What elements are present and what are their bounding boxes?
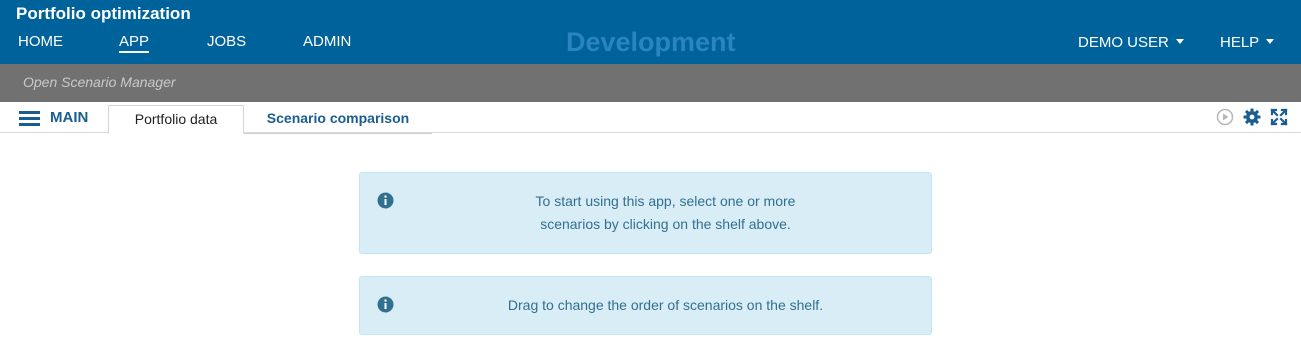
help-menu-label: HELP [1220,34,1260,51]
info-message-drag-order: Drag to change the order of scenarios on… [359,276,932,335]
user-menu-label: DEMO USER [1078,34,1169,51]
nav-app[interactable]: APP [119,33,150,53]
tab-portfolio-data[interactable]: Portfolio data [108,105,244,134]
info-message-select-scenarios: To start using this app, select one or m… [359,172,932,254]
info-icon [377,192,394,209]
menu-icon[interactable] [19,111,40,126]
caret-down-icon [1266,39,1275,44]
info-icon [377,296,394,313]
nav-home[interactable]: HOME [18,33,63,50]
open-scenario-manager-link[interactable]: Open Scenario Manager [23,74,176,90]
nav-admin[interactable]: ADMIN [303,33,351,50]
scenario-shelf[interactable]: Open Scenario Manager [0,64,1301,102]
gear-icon[interactable] [1243,108,1261,126]
app-header: Portfolio optimization HOME APP JOBS ADM… [0,0,1301,64]
info-message-line: scenarios by clicking on the shelf above… [540,216,791,232]
help-menu[interactable]: HELP [1220,34,1275,51]
play-circle-icon[interactable] [1216,108,1234,126]
user-menu[interactable]: DEMO USER [1078,34,1184,51]
app-title: Portfolio optimization [16,4,191,23]
info-message-text: To start using this app, select one or m… [400,190,931,236]
info-message-text: Drag to change the order of scenarios on… [507,297,824,313]
nav-jobs[interactable]: JOBS [207,33,246,50]
main-menu-label[interactable]: MAIN [50,109,88,126]
caret-down-icon [1175,39,1184,44]
fullscreen-icon[interactable] [1270,108,1288,126]
info-message-line: To start using this app, select one or m… [535,193,796,209]
environment-label: Development [566,27,736,57]
tab-scenario-comparison[interactable]: Scenario comparison [244,105,432,134]
tab-bar: MAIN Portfolio data Scenario comparison [0,102,1301,134]
